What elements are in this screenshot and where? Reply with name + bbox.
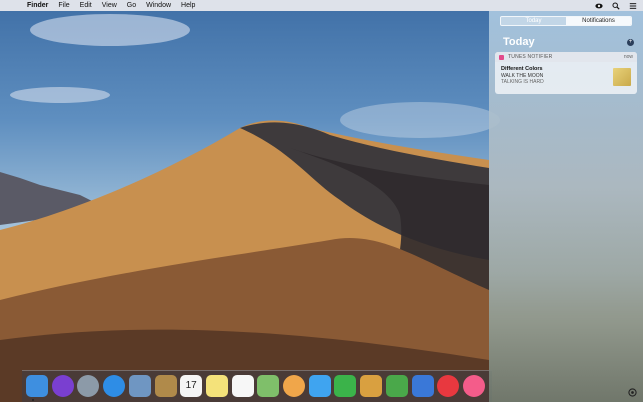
- tab-notifications[interactable]: Notifications: [566, 17, 631, 25]
- tab-today[interactable]: Today: [501, 17, 566, 25]
- album-art-icon: [613, 68, 631, 86]
- menu-edit[interactable]: Edit: [80, 0, 92, 11]
- today-heading: Today: [503, 36, 535, 48]
- dock-facetime-icon[interactable]: [334, 375, 357, 397]
- notification-center-icon[interactable]: [629, 2, 637, 10]
- dock: 17: [22, 370, 492, 402]
- dock-notes-icon[interactable]: [205, 375, 228, 397]
- menu-window[interactable]: Window: [146, 0, 171, 11]
- tunes-notifier-icon: [499, 54, 504, 60]
- dock-keynote-icon[interactable]: [411, 375, 434, 397]
- dock-music-icon[interactable]: [462, 375, 485, 397]
- screen-mirroring-icon[interactable]: [595, 2, 603, 10]
- notification-center-panel: Today Notifications Today + TUNES NOTIFI…: [489, 11, 643, 402]
- notification-center-tabs: Today Notifications: [500, 16, 632, 26]
- add-widget-icon[interactable]: +: [627, 39, 634, 46]
- dock-keynote-gallery-icon[interactable]: [360, 375, 383, 397]
- menu-go[interactable]: Go: [127, 0, 136, 11]
- dock-preview-icon[interactable]: [128, 375, 151, 397]
- notification-time: now: [623, 54, 633, 60]
- notification-body: Different Colors WALK THE MOON TALKING I…: [495, 62, 637, 89]
- dock-maps-icon[interactable]: [257, 375, 280, 397]
- dock-safari-icon[interactable]: [103, 375, 126, 397]
- dock-photos-icon[interactable]: [283, 375, 305, 397]
- dock-calendar-date: 17: [185, 380, 197, 391]
- notification-album: TALKING IS HARD: [501, 79, 544, 85]
- dock-calendar-icon[interactable]: 17: [180, 375, 203, 397]
- gear-icon[interactable]: [628, 388, 637, 397]
- dock-messages-icon[interactable]: [308, 375, 331, 397]
- dock-news-icon[interactable]: [437, 375, 460, 397]
- menu-view[interactable]: View: [102, 0, 117, 11]
- dock-numbers-icon[interactable]: [385, 375, 408, 397]
- spotlight-search-icon[interactable]: [612, 1, 620, 10]
- notification-card[interactable]: TUNES NOTIFIER now Different Colors WALK…: [495, 52, 637, 94]
- notification-header: TUNES NOTIFIER now: [495, 52, 637, 62]
- status-area: [595, 0, 637, 11]
- dock-reminders-icon[interactable]: [231, 375, 254, 397]
- menu-help[interactable]: Help: [181, 0, 195, 11]
- menu-file[interactable]: File: [58, 0, 69, 11]
- dock-launchpad-icon[interactable]: [77, 375, 100, 397]
- menu-bar: Finder File Edit View Go Window Help: [0, 0, 643, 11]
- notification-app-name: TUNES NOTIFIER: [508, 54, 553, 60]
- finder-running-indicator: [32, 399, 34, 401]
- menu-finder[interactable]: Finder: [27, 0, 48, 11]
- dock-siri-icon[interactable]: [51, 375, 74, 397]
- dock-notebook-icon[interactable]: [154, 375, 177, 397]
- notification-title: Different Colors: [501, 66, 543, 72]
- dock-finder-icon[interactable]: [26, 375, 48, 397]
